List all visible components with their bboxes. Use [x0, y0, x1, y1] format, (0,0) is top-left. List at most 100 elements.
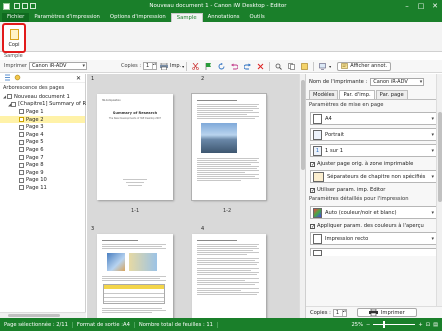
- editor-settings-checkbox[interactable]: ✓ Utiliser param. imp. Editor: [306, 186, 442, 194]
- duplex-select[interactable]: Impression recto ▾: [310, 232, 438, 245]
- tree-page-node[interactable]: Page 1: [0, 108, 85, 116]
- tab-annotations[interactable]: Annotations: [203, 13, 245, 22]
- tree-page-node[interactable]: Page 11: [0, 184, 85, 192]
- tab-parametres-impression[interactable]: Paramètres d'impression: [29, 13, 105, 22]
- undo-icon[interactable]: [231, 63, 239, 70]
- show-annotations-label: Afficher annot.: [350, 63, 388, 69]
- orientation-value: Portrait: [325, 131, 345, 138]
- tab-options-impression[interactable]: Options d'impression: [105, 13, 171, 22]
- tree-page-node[interactable]: Page 2: [0, 115, 85, 124]
- fit-printable-label: Ajuster page orig. à zone imprimable: [317, 161, 414, 167]
- page-label: 1-1: [131, 208, 140, 214]
- tree-node-label: Page 10: [26, 177, 47, 184]
- tab-outils[interactable]: Outils: [244, 13, 269, 22]
- pages-per-sheet-value: 1 sur 1: [325, 147, 344, 154]
- printer-select[interactable]: Canon iR-ADV ▾: [28, 62, 87, 70]
- tab-modeles[interactable]: Modèles: [309, 90, 339, 99]
- binder-icon[interactable]: [301, 62, 308, 70]
- expand-tree-icon[interactable]: [4, 74, 11, 83]
- pages-icon[interactable]: [288, 62, 295, 70]
- print-icon[interactable]: [160, 62, 169, 70]
- tree-page-node[interactable]: Page 6: [0, 146, 85, 154]
- copy-button[interactable]: Copi: [2, 23, 26, 53]
- tree-page-node[interactable]: Page 9: [0, 169, 85, 177]
- page-small-title: iW-Composition: [102, 99, 121, 102]
- minimize-icon[interactable]: –: [400, 0, 414, 12]
- copies-stepper-value: 1: [146, 63, 150, 69]
- tree-close-icon[interactable]: ✕: [76, 75, 81, 82]
- page-icon: [19, 177, 24, 183]
- color-mode-icon: [313, 207, 322, 218]
- close-icon[interactable]: ✕: [428, 0, 442, 12]
- print-footer: Copies : 1 ▴▾ Imprimer: [306, 306, 442, 318]
- fit-page-icon[interactable]: ⊡: [426, 322, 430, 328]
- cut-icon[interactable]: [192, 62, 199, 70]
- tree-page-node[interactable]: Page 7: [0, 154, 85, 162]
- qat-save-icon[interactable]: [14, 3, 20, 9]
- print-button[interactable]: Imprimer: [356, 308, 417, 317]
- tree-chapter-node[interactable]: ◢ [Chapitre1] Summary of R: [0, 101, 86, 109]
- rotate-icon[interactable]: [218, 62, 225, 70]
- section-page-setup: Paramètres de mise en page: [309, 102, 384, 108]
- view-mode-icon[interactable]: ▤: [433, 322, 438, 328]
- delete-icon[interactable]: [257, 63, 264, 70]
- page-table: [103, 284, 165, 304]
- orientation-select[interactable]: Portrait ▾: [310, 128, 438, 141]
- maximize-icon[interactable]: □: [414, 0, 428, 12]
- print-settings-pane: Nom de l'imprimante : Canon iR-ADV ▾ Mod…: [305, 74, 442, 318]
- zoom-in-icon[interactable]: +: [418, 322, 422, 328]
- tree-node-label: Page 9: [26, 169, 44, 176]
- tree-options-icon[interactable]: [14, 74, 21, 83]
- pages-per-sheet-select[interactable]: 1 1 sur 1 ▾: [310, 144, 438, 157]
- display-icon[interactable]: [319, 62, 326, 70]
- next-setting-partial[interactable]: [310, 248, 438, 256]
- redo-icon[interactable]: [243, 63, 252, 70]
- page-number: 2: [201, 76, 205, 82]
- fit-printable-checkbox[interactable]: ✓ Ajuster page orig. à zone imprimable: [306, 160, 442, 168]
- color-mode-select[interactable]: Auto (couleur/noir et blanc) ▾: [310, 206, 438, 219]
- tree-page-node[interactable]: Page 4: [0, 131, 85, 139]
- title-bar: Nouveau document 1 - Canon iW Desktop - …: [0, 0, 442, 12]
- copies-stepper[interactable]: 1 ▴▾: [143, 62, 158, 70]
- printer-name-select[interactable]: Canon iR-ADV ▾: [370, 78, 425, 86]
- tree-node-label: Page 7: [26, 154, 44, 161]
- spin-arrows-icon[interactable]: ▴▾: [341, 309, 346, 316]
- tab-sample[interactable]: Sample: [170, 13, 203, 22]
- zoom-icon[interactable]: [275, 63, 283, 70]
- qat-undo-icon[interactable]: [22, 3, 28, 9]
- tree-page-node[interactable]: Page 3: [0, 123, 85, 131]
- copies-footer-stepper[interactable]: 1 ▴▾: [332, 308, 347, 317]
- zoom-out-icon[interactable]: −: [366, 322, 370, 328]
- page-thumbnail[interactable]: [97, 234, 173, 318]
- settings-tabs: Modèles Par. d'imp. Par. page: [306, 90, 442, 100]
- tree-node-label: Page 5: [26, 139, 44, 146]
- tree-page-node[interactable]: Page 10: [0, 177, 85, 185]
- apply-color-preview-checkbox[interactable]: ✓ Appliquer param. des couleurs à l'aper…: [306, 222, 442, 230]
- tab-par-page[interactable]: Par. page: [375, 90, 408, 99]
- page-icon: [19, 139, 24, 145]
- page-photo: [129, 253, 157, 271]
- zoom-slider[interactable]: [373, 321, 416, 328]
- page-thumbnail[interactable]: iW-Composition Summary of Research The N…: [97, 94, 173, 200]
- settings-vscrollbar[interactable]: [436, 74, 442, 318]
- tree-node-label: Page 4: [26, 131, 44, 138]
- chapter-separator-select[interactable]: Séparateurs de chapitre non spécifiés ▾: [310, 170, 438, 183]
- tab-par-imp[interactable]: Par. d'imp.: [339, 90, 375, 99]
- tab-fichier[interactable]: Fichier: [2, 13, 30, 22]
- ribbon: Copi: [0, 22, 442, 53]
- zoom-slider-knob[interactable]: [383, 321, 386, 328]
- chevron-down-icon: ▾: [431, 174, 434, 180]
- zoom-percent: 25%: [351, 321, 364, 328]
- page-thumbnail[interactable]: [192, 234, 266, 318]
- tree-document-node[interactable]: ◢ Nouveau document 1: [0, 93, 85, 101]
- tree-page-node[interactable]: Page 8: [0, 161, 85, 169]
- tree-page-node[interactable]: Page 5: [0, 139, 85, 147]
- portrait-icon: [313, 129, 322, 140]
- page-thumbnail-selected[interactable]: [191, 93, 267, 201]
- spin-arrows-icon[interactable]: ▴▾: [152, 63, 156, 69]
- ribbon-tabs: Fichier Paramètres d'impression Options …: [0, 12, 442, 22]
- show-annotations-button[interactable]: Afficher annot.: [337, 61, 392, 71]
- paper-size-select[interactable]: A4 ▾: [310, 112, 438, 125]
- green-flag-icon[interactable]: [205, 62, 212, 70]
- imp-label[interactable]: Imp.: [170, 63, 181, 69]
